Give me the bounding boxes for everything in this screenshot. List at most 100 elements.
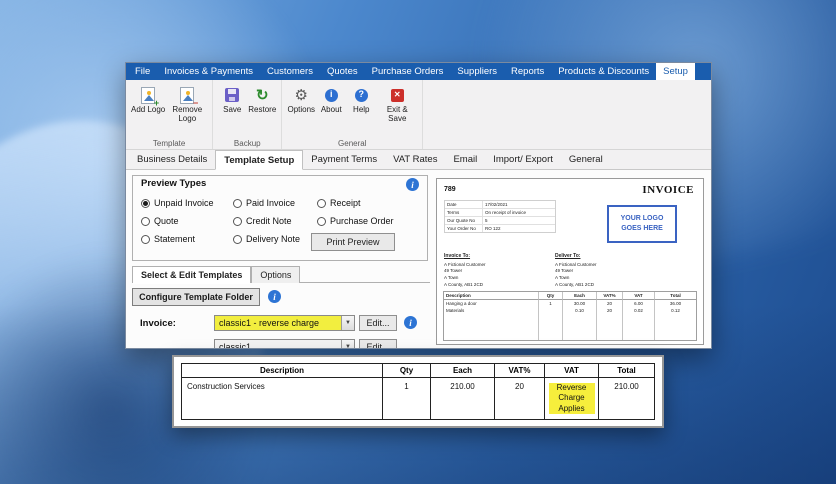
cell: 0.10 xyxy=(562,307,596,314)
radio-unpaid-invoice[interactable]: Unpaid Invoice xyxy=(141,198,214,208)
restore-button[interactable]: ↻ Restore xyxy=(248,84,276,115)
meta-label: Date xyxy=(445,201,483,208)
tab-business-details[interactable]: Business Details xyxy=(129,150,215,169)
preview-types-group: Preview Types i Unpaid Invoice Paid Invo… xyxy=(132,175,428,261)
radio-quote[interactable]: Quote xyxy=(141,216,179,226)
ribbon-group-template: + Add Logo − Remove Logo Template xyxy=(126,80,214,149)
exit-icon: ✕ xyxy=(390,84,404,106)
address-line: A County, AB1 2CD xyxy=(555,281,594,287)
radio-receipt[interactable]: Receipt xyxy=(317,198,361,208)
app-window: File Invoices & Payments Customers Quote… xyxy=(125,62,712,349)
radio-label: Receipt xyxy=(330,198,361,208)
invoice-template-dropdown[interactable]: classic1 - reverse charge ▼ xyxy=(214,315,355,331)
menu-invoices-payments[interactable]: Invoices & Payments xyxy=(157,63,260,80)
radio-statement[interactable]: Statement xyxy=(141,234,195,244)
gear-icon: ⚙ xyxy=(294,86,308,104)
zoom-data-row: Construction Services 1 210.00 20 Revers… xyxy=(182,378,654,419)
ribbon-group-label-general: General xyxy=(338,139,367,148)
info-icon[interactable]: i xyxy=(268,290,281,303)
col-header: VAT% xyxy=(596,292,622,300)
deliver-to-heading: Deliver To: xyxy=(555,253,581,259)
col-header: Total xyxy=(598,364,654,377)
radio-paid-invoice[interactable]: Paid Invoice xyxy=(233,198,295,208)
address-line: A Town xyxy=(444,275,459,280)
ribbon-group-label-template: Template xyxy=(152,139,186,148)
help-button[interactable]: ? Help xyxy=(347,84,375,115)
deliver-to-block: Deliver To: A Fictional Customer 49 Towe… xyxy=(555,253,597,289)
about-button[interactable]: i About xyxy=(317,84,345,115)
cell-total: 210.00 xyxy=(598,378,654,419)
cell: 20 xyxy=(596,307,622,314)
meta-row: Date 17/02/2021 xyxy=(445,201,555,208)
radio-label: Credit Note xyxy=(246,216,292,226)
meta-label: Your Order No xyxy=(445,225,483,232)
help-icon: ? xyxy=(354,84,368,106)
save-button[interactable]: Save xyxy=(218,84,246,115)
invoice-items-table: Description Qty Each VAT% VAT Total Hang… xyxy=(443,291,697,341)
radio-purchase-order[interactable]: Purchase Order xyxy=(317,216,394,226)
items-header-row: Description Qty Each VAT% VAT Total xyxy=(444,292,696,300)
chevron-down-icon[interactable]: ▼ xyxy=(341,316,354,330)
cell: 30.00 xyxy=(562,300,596,307)
options-button[interactable]: ⚙ Options xyxy=(287,84,315,115)
menu-bar: File Invoices & Payments Customers Quote… xyxy=(126,63,711,80)
chevron-down-icon[interactable]: ▼ xyxy=(341,340,354,348)
add-logo-icon: + xyxy=(141,84,159,108)
menu-suppliers[interactable]: Suppliers xyxy=(450,63,504,80)
col-header: Description xyxy=(444,292,538,300)
table-row: Materials 0.10 20 0.02 0.12 xyxy=(444,307,696,314)
tab-vat-rates[interactable]: VAT Rates xyxy=(385,150,445,169)
col-header: VAT xyxy=(544,364,598,377)
tab-template-setup[interactable]: Template Setup xyxy=(215,150,304,170)
radio-credit-note[interactable]: Credit Note xyxy=(233,216,292,226)
remove-logo-button[interactable]: − Remove Logo xyxy=(167,84,207,124)
cell: 6.00 xyxy=(622,300,654,307)
second-template-dropdown[interactable]: classic1 ▼ xyxy=(214,339,355,348)
setup-tab-bar: Business Details Template Setup Payment … xyxy=(126,150,711,170)
col-header: Total xyxy=(654,292,696,300)
meta-row: Your Order No RO 122 xyxy=(445,224,555,232)
col-header: Each xyxy=(562,292,596,300)
tab-template-options[interactable]: Options xyxy=(251,266,301,283)
radio-delivery-note[interactable]: Delivery Note xyxy=(233,234,300,244)
menu-reports[interactable]: Reports xyxy=(504,63,551,80)
menu-file[interactable]: File xyxy=(128,63,157,80)
tab-import-export[interactable]: Import/ Export xyxy=(485,150,561,169)
add-logo-button[interactable]: + Add Logo xyxy=(131,84,165,115)
menu-purchase-orders[interactable]: Purchase Orders xyxy=(365,63,451,80)
info-icon[interactable]: i xyxy=(406,178,419,191)
radio-circle-icon xyxy=(141,234,150,244)
menu-customers[interactable]: Customers xyxy=(260,63,320,80)
cell: 0.02 xyxy=(622,307,654,314)
tab-select-edit-templates[interactable]: Select & Edit Templates xyxy=(132,266,252,284)
menu-setup[interactable]: Setup xyxy=(656,63,695,80)
info-icon[interactable]: i xyxy=(404,316,417,329)
print-preview-button[interactable]: Print Preview xyxy=(311,233,395,251)
save-icon xyxy=(225,84,240,106)
ribbon-group-general: ⚙ Options i About ? Help ✕ Exit & Save G… xyxy=(282,80,424,149)
tab-general[interactable]: General xyxy=(561,150,611,169)
menu-quotes[interactable]: Quotes xyxy=(320,63,365,80)
radio-label: Quote xyxy=(154,216,179,226)
invoice-template-label: Invoice: xyxy=(140,318,176,329)
meta-value: 17/02/2021 xyxy=(485,202,508,207)
cell: 1 xyxy=(538,300,562,307)
menu-products-discounts[interactable]: Products & Discounts xyxy=(551,63,656,80)
exit-save-button[interactable]: ✕ Exit & Save xyxy=(377,84,417,124)
second-template-edit-button[interactable]: Edit... xyxy=(359,339,397,348)
tab-email[interactable]: Email xyxy=(445,150,485,169)
tab-payment-terms[interactable]: Payment Terms xyxy=(303,150,385,169)
template-setup-page: Preview Types i Unpaid Invoice Paid Invo… xyxy=(126,170,711,348)
radio-label: Statement xyxy=(154,234,196,244)
ribbon-group-backup: Save ↻ Restore Backup xyxy=(213,80,283,149)
logo-line: GOES HERE xyxy=(621,225,663,232)
radio-circle-icon xyxy=(141,198,150,208)
address-line: 49 Tower xyxy=(444,268,463,274)
invoice-template-edit-button[interactable]: Edit... xyxy=(359,315,397,331)
cell-each: 210.00 xyxy=(430,378,494,419)
zoom-table: Description Qty Each VAT% VAT Total Cons… xyxy=(181,363,655,420)
radio-circle-icon xyxy=(233,198,242,208)
meta-label: Terms xyxy=(445,209,483,216)
radio-circle-icon xyxy=(317,216,326,226)
configure-template-folder-button[interactable]: Configure Template Folder xyxy=(132,288,260,306)
